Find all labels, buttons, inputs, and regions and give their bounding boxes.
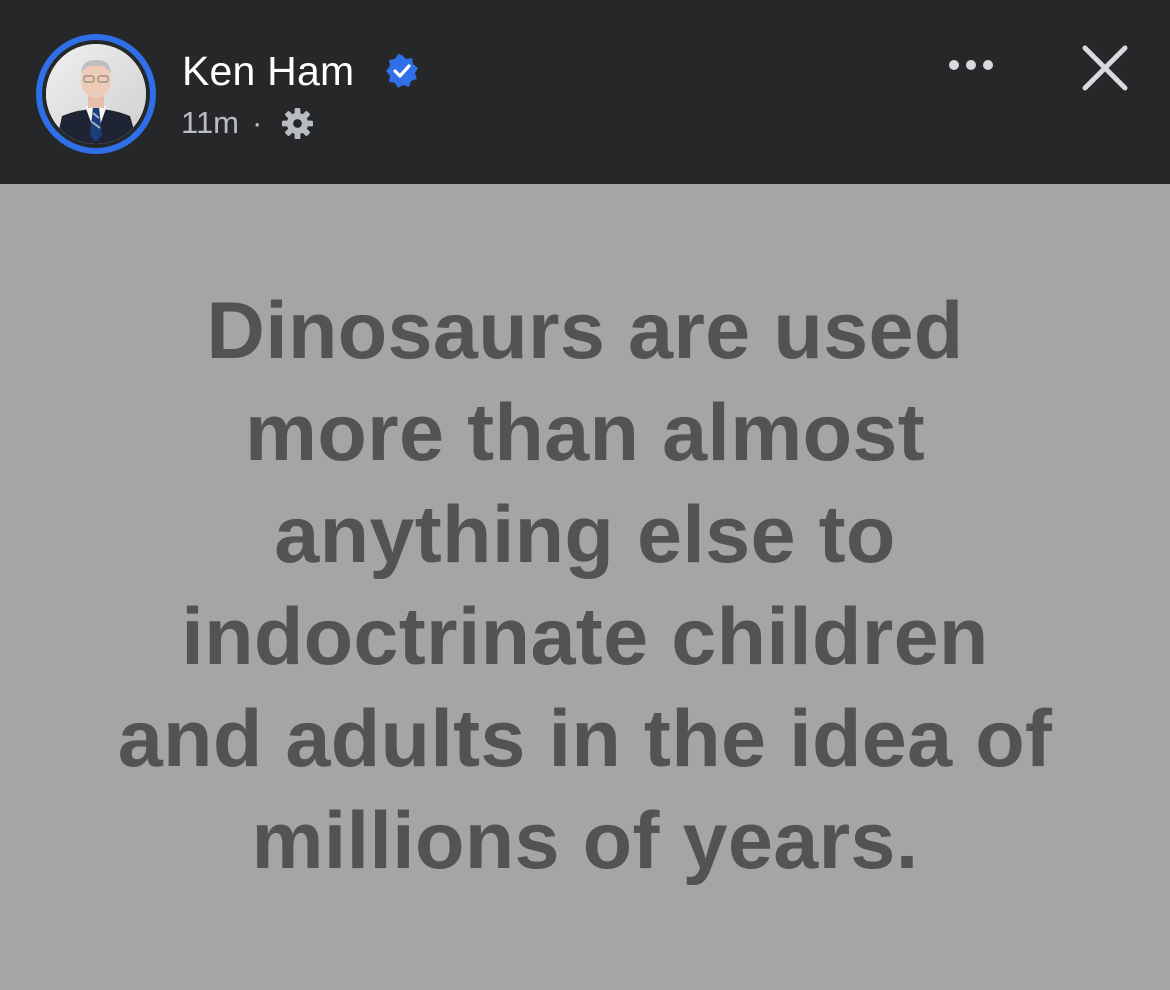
profile-avatar[interactable] [36, 34, 156, 154]
post-text-line: more than almost [245, 388, 925, 478]
post-text-line: Dinosaurs are used [206, 286, 964, 376]
close-icon[interactable] [1076, 39, 1134, 97]
post-text: Dinosaurs are used more than almost anyt… [70, 280, 1100, 892]
post-viewer: Ken Ham 11m · Dinosaurs are used more th… [0, 0, 1170, 990]
gear-icon [281, 107, 314, 140]
post-text-line: indoctrinate children [181, 592, 989, 682]
meta-separator: · [252, 105, 263, 140]
post-text-line: and adults in the idea of [117, 694, 1053, 784]
profile-name[interactable]: Ken Ham [182, 47, 354, 95]
post-text-line: millions of years. [251, 796, 919, 886]
avatar-photo [46, 44, 146, 144]
verified-badge-icon [386, 54, 418, 88]
post-header: Ken Ham 11m · [0, 0, 1170, 184]
more-options-icon[interactable] [941, 48, 1001, 82]
post-timestamp: 11m [181, 105, 240, 140]
post-text-line: anything else to [274, 490, 896, 580]
